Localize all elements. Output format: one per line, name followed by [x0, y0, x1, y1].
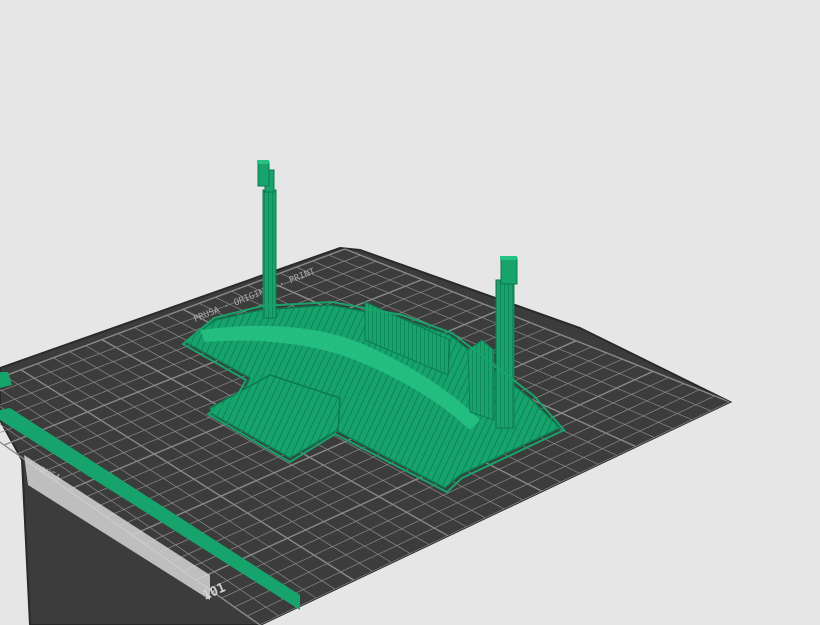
model-right-block: [467, 339, 495, 421]
scene-canvas[interactable]: PRUSA · ORIGINAL · PRINT PRUSA 101: [0, 0, 820, 625]
model-right-post: [495, 256, 518, 429]
3d-viewport[interactable]: PRUSA · ORIGINAL · PRINT PRUSA 101: [0, 0, 820, 625]
